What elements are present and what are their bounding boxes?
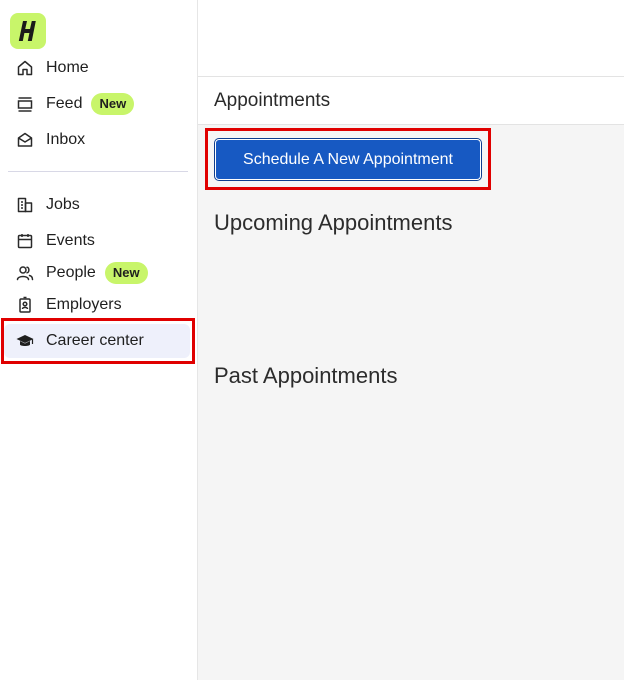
jobs-icon <box>16 196 34 214</box>
schedule-new-appointment-button[interactable]: Schedule A New Appointment <box>215 139 481 180</box>
sidebar-item-label: Inbox <box>46 131 86 148</box>
calendar-icon <box>16 232 34 250</box>
sidebar-item-career-center[interactable]: Career center <box>4 324 190 358</box>
page-title: Appointments <box>214 90 331 111</box>
sidebar-divider <box>8 171 188 172</box>
page-header: Appointments <box>198 77 624 125</box>
sidebar-item-people[interactable]: People New <box>4 256 190 290</box>
sidebar-item-label: People <box>46 264 96 281</box>
main-content: Appointments Schedule A New Appointment … <box>198 0 624 680</box>
top-bar <box>198 0 624 77</box>
feed-icon <box>16 95 34 113</box>
sidebar-item-inbox[interactable]: Inbox <box>4 123 190 157</box>
sidebar-item-label: Career center <box>46 332 144 349</box>
sidebar-item-jobs[interactable]: Jobs <box>4 188 190 222</box>
sidebar-item-employers[interactable]: Employers <box>4 288 190 322</box>
people-icon <box>16 264 34 282</box>
sidebar: Home Feed New Inbox Jobs Events People N… <box>0 0 198 680</box>
sidebar-item-label: Jobs <box>46 196 80 213</box>
inbox-icon <box>16 131 34 149</box>
sidebar-item-label: Events <box>46 232 95 249</box>
sidebar-item-feed[interactable]: Feed New <box>4 87 190 121</box>
sidebar-item-label: Home <box>46 59 89 76</box>
past-appointments-heading: Past Appointments <box>214 363 398 388</box>
graduation-cap-icon <box>16 332 34 350</box>
handshake-logo-icon <box>18 21 36 41</box>
sidebar-item-label: Feed <box>46 95 83 112</box>
new-badge: New <box>91 93 135 115</box>
sidebar-item-label: Employers <box>46 296 122 313</box>
home-icon <box>16 59 34 77</box>
sidebar-item-home[interactable]: Home <box>4 51 190 85</box>
upcoming-appointments-heading: Upcoming Appointments <box>214 210 453 235</box>
employer-badge-icon <box>16 296 34 314</box>
app-logo[interactable] <box>10 13 46 49</box>
new-badge: New <box>104 262 148 284</box>
sidebar-item-events[interactable]: Events <box>4 224 190 258</box>
